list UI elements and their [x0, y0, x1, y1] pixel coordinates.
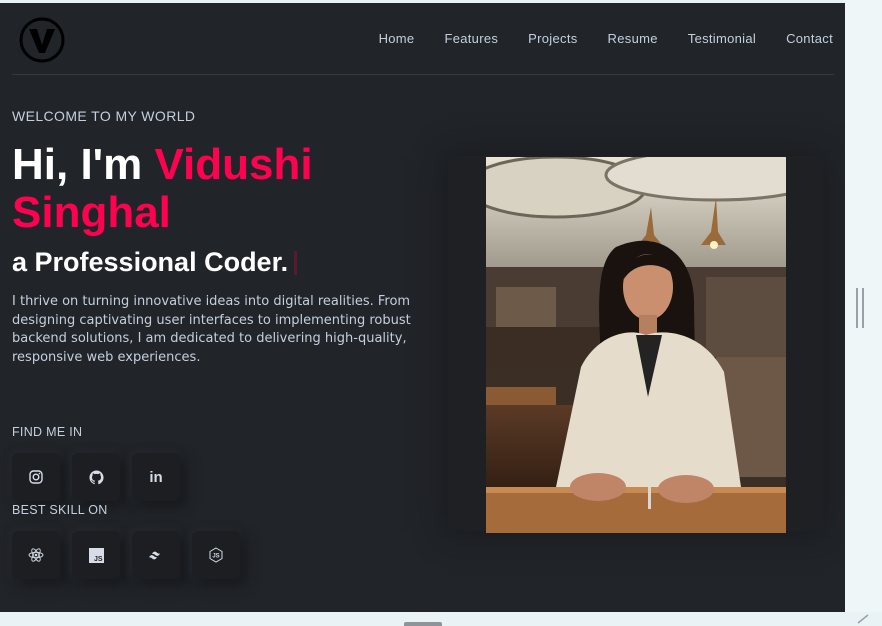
nav-testimonial[interactable]: Testimonial [688, 31, 756, 46]
javascript-skill: JS [72, 531, 120, 579]
corner-resize-icon[interactable] [856, 614, 870, 624]
nav-home[interactable]: Home [379, 31, 415, 46]
hero-headline: Hi, I'm Vidushi Singhal [12, 141, 432, 237]
tailwind-icon [149, 551, 160, 560]
hero-tagline: a Professional Coder. [12, 247, 298, 278]
linkedin-icon: in [149, 468, 163, 486]
react-icon [28, 548, 44, 562]
bottom-tab-handle[interactable] [404, 622, 442, 626]
nodejs-skill: JS [192, 531, 240, 579]
github-icon [88, 469, 104, 484]
tagline-text: a Professional Coder. [12, 247, 289, 277]
github-button[interactable] [72, 453, 120, 501]
best-skill-label: BEST SKILL ON [12, 503, 108, 517]
welcome-text: WELCOME TO MY WORLD [12, 108, 196, 124]
resize-handle[interactable] [856, 288, 864, 328]
find-me-label: FIND ME IN [12, 425, 83, 439]
main-nav: Home Features Projects Resume Testimonia… [349, 31, 833, 46]
instagram-icon [29, 470, 43, 484]
react-skill [12, 531, 60, 579]
svg-text:JS: JS [212, 554, 219, 560]
linkedin-button[interactable]: in [132, 453, 180, 501]
hero-bio: I thrive on turning innovative ideas int… [12, 294, 411, 365]
greeting-text: Hi, I'm [12, 140, 155, 189]
javascript-icon: JS [88, 547, 104, 563]
profile-photo-illustration [486, 157, 786, 533]
tailwind-skill [132, 531, 180, 579]
nodejs-icon: JS [209, 547, 223, 563]
logo-icon[interactable] [18, 16, 66, 64]
portfolio-page: Home Features Projects Resume Testimonia… [0, 3, 845, 612]
typing-cursor [294, 251, 298, 275]
header-divider [12, 74, 834, 75]
profile-photo [486, 157, 786, 533]
nav-resume[interactable]: Resume [608, 31, 658, 46]
instagram-button[interactable] [12, 453, 60, 501]
nav-features[interactable]: Features [444, 31, 498, 46]
nav-contact[interactable]: Contact [786, 31, 833, 46]
nav-projects[interactable]: Projects [528, 31, 577, 46]
